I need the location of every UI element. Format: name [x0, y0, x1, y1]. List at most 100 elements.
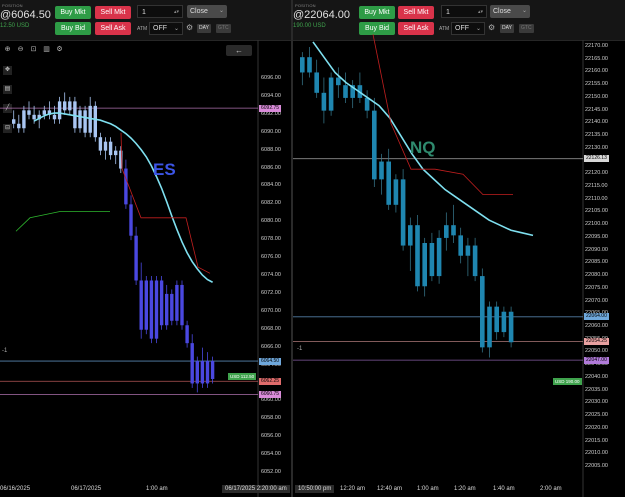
es-price-label[interactable]: 6060.75 — [259, 391, 282, 399]
nq-price-tick: 22060.00 — [585, 323, 608, 329]
es-price-label[interactable]: 6064.50 — [259, 357, 282, 365]
nq-position-tag[interactable]: USD 190.00 — [553, 378, 582, 385]
nq-price-tick: 22085.00 — [585, 259, 608, 266]
nq-candle — [472, 245, 478, 277]
es-price-tick: 6094.00 — [261, 92, 281, 99]
nq-price-label[interactable]: 22064.00 — [584, 313, 609, 321]
es-candle — [22, 110, 26, 129]
nq-candle — [307, 57, 312, 73]
es-price-tick: 6058.00 — [261, 415, 281, 422]
es-candle — [98, 137, 103, 151]
es-candle — [165, 293, 169, 326]
es-candle — [12, 119, 16, 124]
es-candle — [32, 114, 36, 120]
es-candle — [124, 168, 128, 205]
es-candle — [170, 293, 174, 321]
es-price-label[interactable]: 6062.25 — [259, 377, 282, 385]
nq-candle — [328, 77, 334, 111]
es-candle — [17, 123, 21, 129]
es-candle — [144, 280, 148, 330]
es-price-tick: 6078.00 — [261, 236, 281, 243]
nq-price-tick: 22080.00 — [585, 272, 608, 279]
es-candle — [180, 284, 184, 326]
es-candle — [159, 280, 164, 326]
es-time-label: 06/16/2025 — [0, 486, 31, 492]
es-candle — [139, 280, 143, 330]
es-price-tick: 6080.00 — [261, 218, 281, 225]
nq-price-label[interactable]: 22054.25 — [584, 338, 609, 346]
es-candle — [185, 325, 189, 344]
nq-chart-pane[interactable]: POSITION @22064.00 190.00 USD Buy Mkt Se… — [293, 0, 625, 497]
es-price-tick: 6072.00 — [261, 289, 281, 296]
nq-price-tick: 22035.00 — [585, 386, 608, 393]
nq-quantity-marker: -1 — [297, 346, 303, 352]
nq-candle — [444, 225, 449, 238]
nq-price-label[interactable]: 22047.00 — [584, 356, 609, 364]
nq-candle — [372, 110, 377, 180]
nq-candle — [508, 311, 514, 343]
nq-price-tick: 22145.00 — [585, 106, 608, 113]
nq-price-tick: 22030.00 — [585, 399, 608, 406]
es-candle — [108, 141, 113, 156]
nq-price-tick: 22075.00 — [585, 284, 608, 291]
es-stop-line — [120, 132, 211, 274]
es-chart-pane[interactable]: POSITION @6064.50 12.50 USD Buy Mkt Sell… — [0, 0, 292, 497]
nq-price-tick: 22165.00 — [585, 55, 608, 62]
nq-candle — [393, 179, 399, 205]
es-price-label[interactable]: 6092.75 — [259, 104, 282, 112]
nq-candle — [379, 161, 384, 180]
nq-price-tick: 22170.00 — [585, 43, 608, 49]
nq-candle — [501, 311, 507, 333]
nq-time-label: 12:20 am — [340, 486, 366, 492]
nq-price-tick: 22130.00 — [585, 144, 608, 151]
nq-price-tick: 22110.00 — [585, 195, 608, 202]
nq-candle — [480, 276, 485, 348]
es-candle — [154, 280, 159, 339]
es-price-tick: 6090.00 — [261, 128, 281, 135]
es-time-label: 1:00 am — [146, 486, 168, 492]
nq-candle — [451, 225, 456, 236]
nq-price-tick: 22070.00 — [585, 297, 608, 304]
nq-price-tick: 22135.00 — [585, 132, 608, 139]
nq-price-tick: 22105.00 — [585, 208, 608, 215]
es-quantity-marker: -1 — [2, 348, 8, 354]
nq-price-tick: 22090.00 — [585, 246, 608, 253]
es-chart-canvas[interactable] — [0, 0, 292, 497]
nq-time-label: 1:40 am — [493, 486, 515, 492]
nq-candle — [336, 77, 341, 86]
es-candle — [149, 280, 154, 339]
es-crosshair-time: 06/17/2025 2:20:00 am — [222, 485, 290, 493]
nq-candle — [494, 306, 499, 333]
es-position-tag[interactable]: USD 112.50 — [228, 373, 257, 380]
es-price-tick: 6056.00 — [261, 433, 281, 440]
nq-price-tick: 22150.00 — [585, 93, 608, 100]
es-price-tick: 6088.00 — [261, 146, 281, 153]
nq-stop-line — [372, 34, 513, 196]
nq-price-tick: 22020.00 — [585, 424, 608, 431]
nq-candle — [314, 72, 319, 93]
es-price-tick: 6066.00 — [261, 343, 281, 350]
es-candle — [200, 361, 205, 384]
es-candle — [93, 105, 97, 138]
nq-price-label[interactable]: 22126.13 — [584, 155, 609, 163]
nq-price-tick: 22120.00 — [585, 170, 608, 177]
es-price-tick: 6070.00 — [261, 307, 281, 314]
es-candle — [210, 361, 215, 379]
es-candle — [68, 101, 72, 111]
es-candle — [103, 141, 108, 151]
nq-time-label: 12:40 am — [377, 486, 403, 492]
nq-candle — [343, 85, 348, 98]
es-time-label: 06/17/2025 — [71, 486, 102, 492]
es-price-tick: 6084.00 — [261, 182, 281, 189]
nq-price-tick: 22025.00 — [585, 412, 608, 419]
nq-candle — [300, 57, 305, 73]
nq-time-label: 2:00 am — [540, 486, 562, 492]
nq-chart-canvas[interactable] — [293, 0, 625, 497]
es-price-tick: 6086.00 — [261, 164, 281, 171]
nq-candle — [364, 97, 370, 111]
nq-price-tick: 22140.00 — [585, 119, 608, 126]
nq-price-tick: 22050.00 — [585, 348, 608, 355]
nq-candle — [422, 243, 427, 287]
es-candle — [129, 204, 133, 236]
es-price-tick: 6060.00 — [261, 397, 281, 404]
